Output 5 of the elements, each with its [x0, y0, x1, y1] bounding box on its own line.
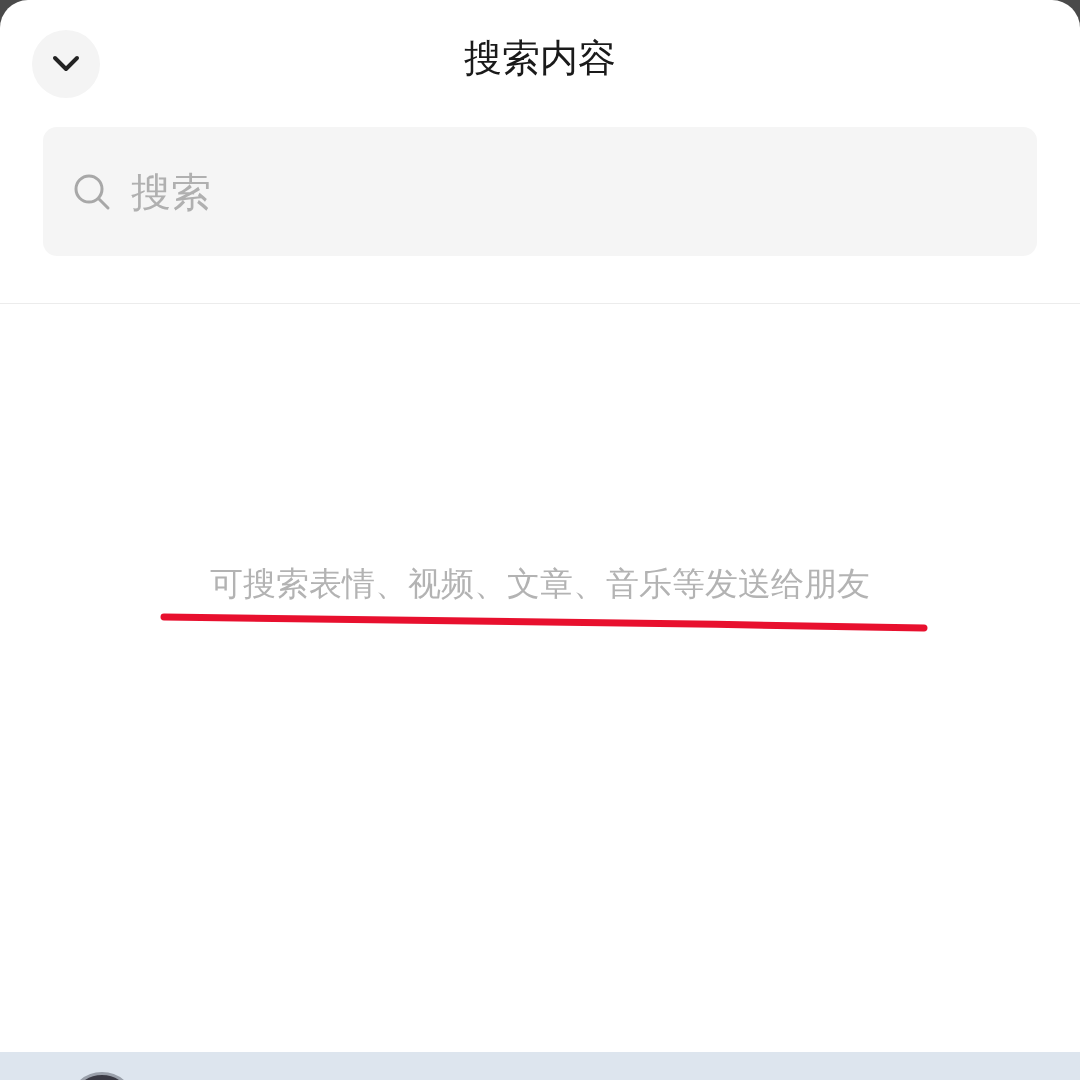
search-icon: [73, 173, 111, 211]
empty-hint: 可搜索表情、视频、文章、音乐等发送给朋友: [210, 563, 870, 605]
search-field[interactable]: 搜索: [43, 127, 1037, 256]
chevron-down-icon: [52, 55, 80, 73]
sheet-title: 搜索内容: [464, 35, 616, 82]
